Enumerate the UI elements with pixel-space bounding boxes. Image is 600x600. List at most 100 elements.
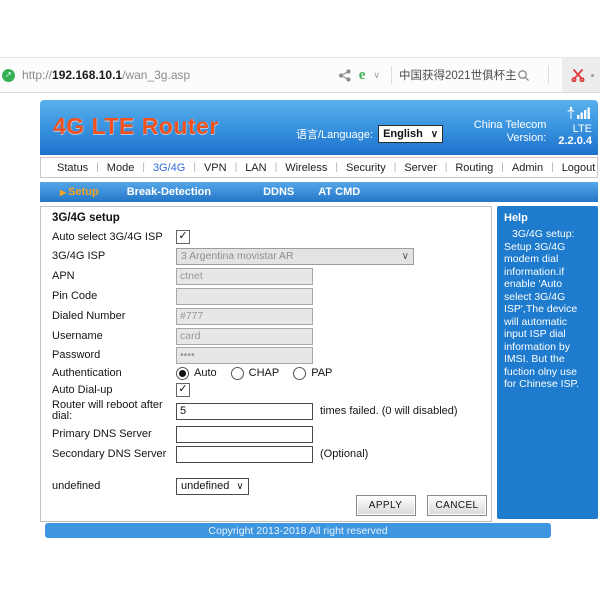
operator-name: China Telecom	[473, 119, 547, 131]
compatibility-mode-icon[interactable]: e	[359, 67, 366, 84]
secondary-dns-row: Secondary DNS Server (Optional)	[52, 444, 491, 464]
active-tab-arrow-icon: ▶	[60, 188, 67, 197]
radio-selected-icon[interactable]	[176, 366, 189, 380]
version-value: 2.2.0.4	[558, 135, 592, 147]
router-admin-page: 4G LTE Router 语言/Language: English ∨ Chi…	[40, 100, 598, 600]
subnav-item-setup[interactable]: ▶ Setup	[60, 186, 99, 198]
share-icon[interactable]	[338, 68, 351, 82]
dialed-number-input	[176, 307, 313, 325]
site-badge-icon: ↗	[2, 68, 15, 82]
nav-item-3g4g[interactable]: 3G/4G	[145, 162, 193, 174]
username-input	[176, 327, 313, 345]
app-header: 4G LTE Router 语言/Language: English ∨ Chi…	[40, 100, 598, 155]
extension-menu-dot[interactable]	[591, 73, 594, 77]
toolbar-divider	[548, 66, 549, 84]
nav-item-lan[interactable]: LAN	[237, 162, 274, 174]
version-label: Version:	[506, 132, 547, 144]
help-panel: Help 3G/4G setup: Setup 3G/4G modem dial…	[497, 206, 598, 519]
apn-row: APN	[52, 266, 491, 286]
subnav-item-break-detection[interactable]: Break-Detection	[127, 186, 211, 198]
nav-item-admin[interactable]: Admin	[504, 162, 551, 174]
subnav-item-at-cmd[interactable]: AT CMD	[318, 186, 360, 198]
url-path: /wan_3g.asp	[122, 68, 191, 82]
auth-radio-pap[interactable]: PAP	[293, 366, 333, 380]
language-select[interactable]: English ∨	[378, 125, 444, 143]
secondary-dns-input[interactable]	[176, 445, 313, 463]
content-area: 3G/4G setup Auto select 3G/4G ISP ✓ 3G/4…	[40, 206, 598, 524]
username-label: Username	[52, 329, 103, 342]
nav-item-status[interactable]: Status	[49, 162, 96, 174]
isp-selected-value: 3 Argentina movistar AR	[181, 250, 294, 262]
undefined-select[interactable]: undefined ∨	[176, 477, 249, 495]
nav-item-server[interactable]: Server	[396, 162, 444, 174]
url-prefix: http://	[22, 68, 53, 82]
url-field[interactable]: http://192.168.10.1/wan_3g.asp	[22, 68, 190, 82]
secondary-dns-suffix: (Optional)	[320, 448, 369, 460]
pin-code-label: Pin Code	[52, 289, 98, 302]
auth-pap-label: PAP	[311, 367, 333, 379]
search-hot-text[interactable]: 中国获得2021世俱杯主办权	[399, 67, 517, 83]
browser-search-box[interactable]: 中国获得2021世俱杯主办权	[399, 67, 541, 83]
language-label: 语言/Language:	[296, 129, 374, 141]
radio-icon[interactable]	[293, 366, 307, 380]
language-selected-value: English	[383, 128, 423, 140]
isp-label: 3G/4G ISP	[52, 249, 106, 262]
mode-chevron-down-icon[interactable]: ∨	[373, 70, 380, 81]
sub-nav: ▶ Setup Break-Detection DDNS AT CMD	[40, 182, 598, 202]
reboot-times-suffix: times failed. (0 will disabled)	[320, 405, 458, 417]
dialed-number-row: Dialed Number	[52, 306, 491, 326]
nav-item-wireless[interactable]: Wireless	[277, 162, 335, 174]
auth-chap-label: CHAP	[248, 367, 280, 379]
select-chevron-icon: ∨	[430, 128, 439, 140]
isp-select: 3 Argentina movistar AR ∨	[176, 247, 414, 265]
help-text: Setup 3G/4G modem dial information.if en…	[504, 240, 580, 391]
auth-radio-auto[interactable]: Auto	[176, 366, 217, 380]
search-magnifier-icon[interactable]	[517, 69, 530, 82]
apply-button[interactable]: APPLY	[355, 495, 416, 516]
language-bar: 语言/Language: English ∨	[296, 125, 444, 143]
nav-item-security[interactable]: Security	[338, 162, 394, 174]
cancel-button[interactable]: CANCEL	[427, 495, 487, 516]
subnav-item-ddns[interactable]: DDNS	[263, 186, 294, 198]
authentication-row: Authentication Auto CHAP PAP	[52, 364, 491, 382]
undefined-label: undefined	[52, 479, 101, 492]
radio-icon[interactable]	[230, 366, 244, 380]
subnav-setup-label: Setup	[68, 186, 99, 198]
network-type-label: LTE	[572, 123, 592, 135]
select-chevron-icon: ∨	[401, 250, 409, 262]
site-badge-arrow: ↗	[5, 70, 12, 79]
nav-item-logout[interactable]: Logout	[554, 162, 600, 174]
undefined-selected-value: undefined	[181, 480, 230, 492]
auto-dialup-checkbox[interactable]: ✓	[176, 383, 190, 397]
primary-dns-input[interactable]	[176, 425, 313, 443]
toolbar-divider	[391, 66, 392, 84]
reboot-times-input[interactable]	[176, 402, 313, 420]
help-intro: 3G/4G setup:	[512, 228, 575, 240]
scissors-icon[interactable]	[571, 68, 585, 82]
username-row: Username	[52, 326, 491, 346]
dialed-number-label: Dialed Number	[52, 309, 126, 322]
nav-item-mode[interactable]: Mode	[99, 162, 143, 174]
app-logo: 4G LTE Router	[53, 113, 219, 139]
password-input	[176, 346, 313, 364]
auto-dialup-label: Auto Dial-up	[52, 383, 113, 396]
apn-label: APN	[52, 269, 75, 282]
reboot-after-dial-row: Router will reboot after dial: times fai…	[52, 398, 491, 424]
select-chevron-icon: ∨	[236, 480, 244, 492]
apn-input	[176, 267, 313, 285]
isp-row: 3G/4G ISP 3 Argentina movistar AR ∨	[52, 246, 491, 266]
authentication-label: Authentication	[52, 366, 122, 379]
auth-radio-chap[interactable]: CHAP	[230, 366, 280, 380]
footer-copyright: Copyright 2013-2018 All right reserved	[45, 523, 551, 538]
auto-select-isp-checkbox[interactable]: ✓	[176, 230, 190, 244]
nav-item-routing[interactable]: Routing	[447, 162, 501, 174]
password-label: Password	[52, 348, 101, 361]
undefined-row: undefined undefined ∨	[52, 476, 491, 496]
reboot-after-dial-label: Router will reboot after dial:	[52, 399, 163, 422]
nav-item-vpn[interactable]: VPN	[196, 162, 235, 174]
auto-dialup-row: Auto Dial-up ✓	[52, 382, 491, 398]
password-row: Password	[52, 346, 491, 364]
browser-address-bar: ↗ http://192.168.10.1/wan_3g.asp e ∨ 中国获…	[0, 57, 600, 93]
auth-auto-label: Auto	[194, 367, 217, 379]
setup-form: 3G/4G setup Auto select 3G/4G ISP ✓ 3G/4…	[40, 206, 492, 522]
